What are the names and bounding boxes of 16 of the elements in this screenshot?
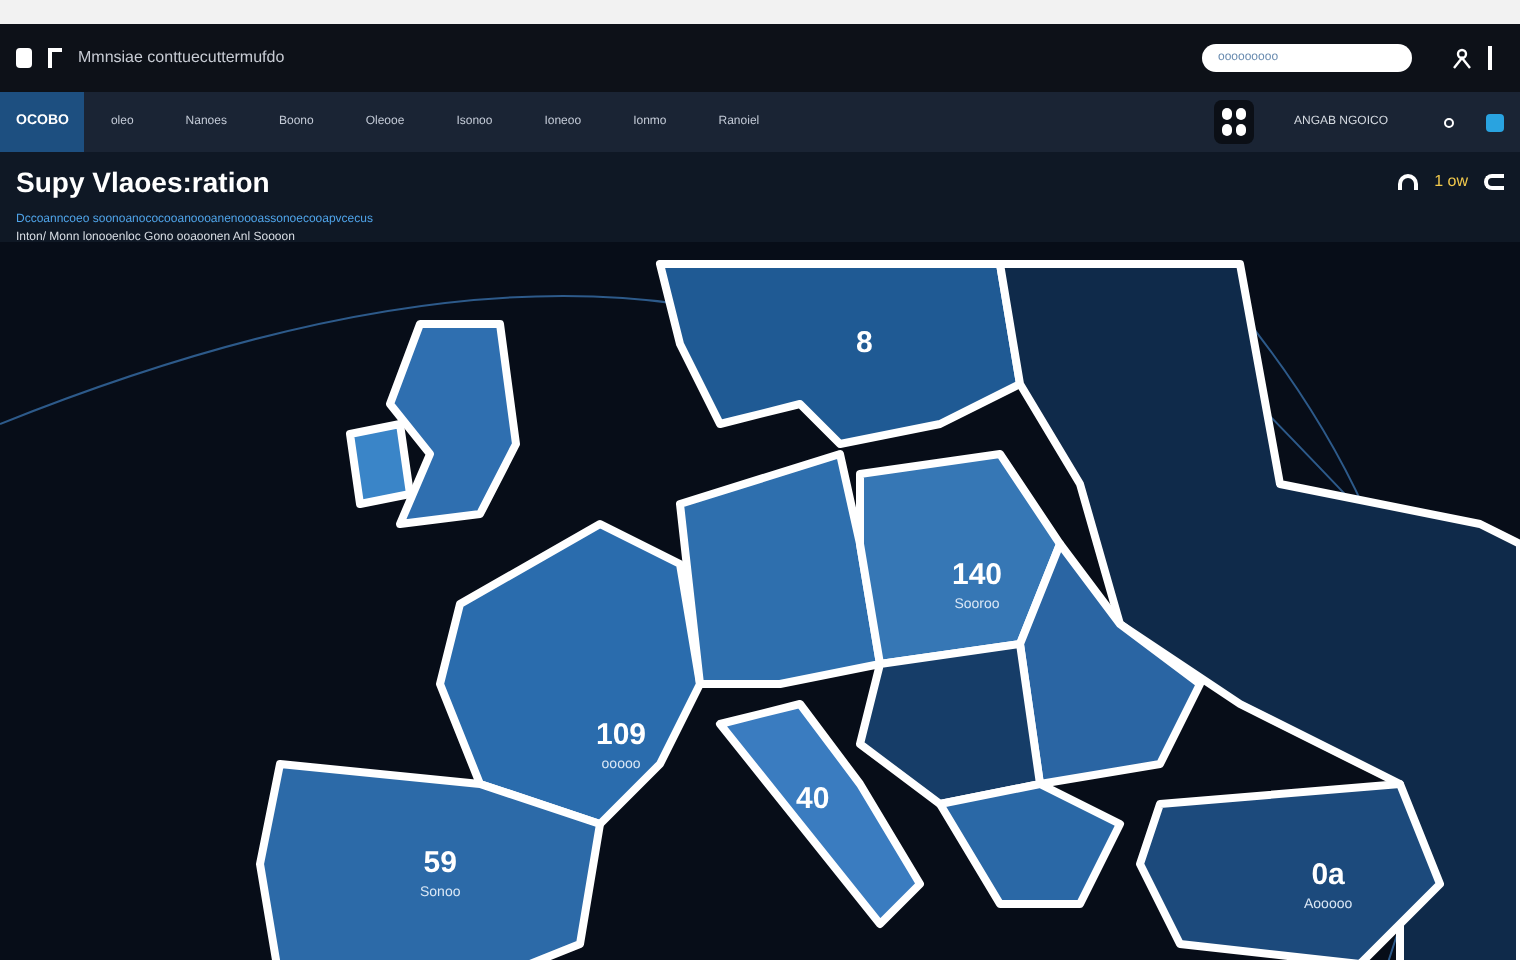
grid-icon[interactable]	[1213, 100, 1254, 144]
map-value: 8	[856, 328, 873, 358]
map-value: 109	[596, 720, 647, 750]
settings-icon[interactable]	[1444, 117, 1454, 127]
counter: 1 ow	[1434, 170, 1468, 194]
page-title: Supy Vlaoes:ration	[16, 168, 270, 196]
refresh-icon[interactable]	[1398, 174, 1419, 190]
person-icon[interactable]	[1452, 47, 1472, 69]
undo-icon[interactable]	[1484, 174, 1504, 190]
map-value: 140	[952, 560, 1003, 590]
map-value: 40	[796, 784, 830, 814]
header-title: Mmnsiae conttuecuttermufdo	[78, 46, 285, 70]
app-icon[interactable]	[1486, 113, 1504, 131]
logo-icon	[16, 48, 32, 68]
map-value: 0a	[1311, 860, 1345, 890]
map-value: 59	[423, 848, 457, 878]
